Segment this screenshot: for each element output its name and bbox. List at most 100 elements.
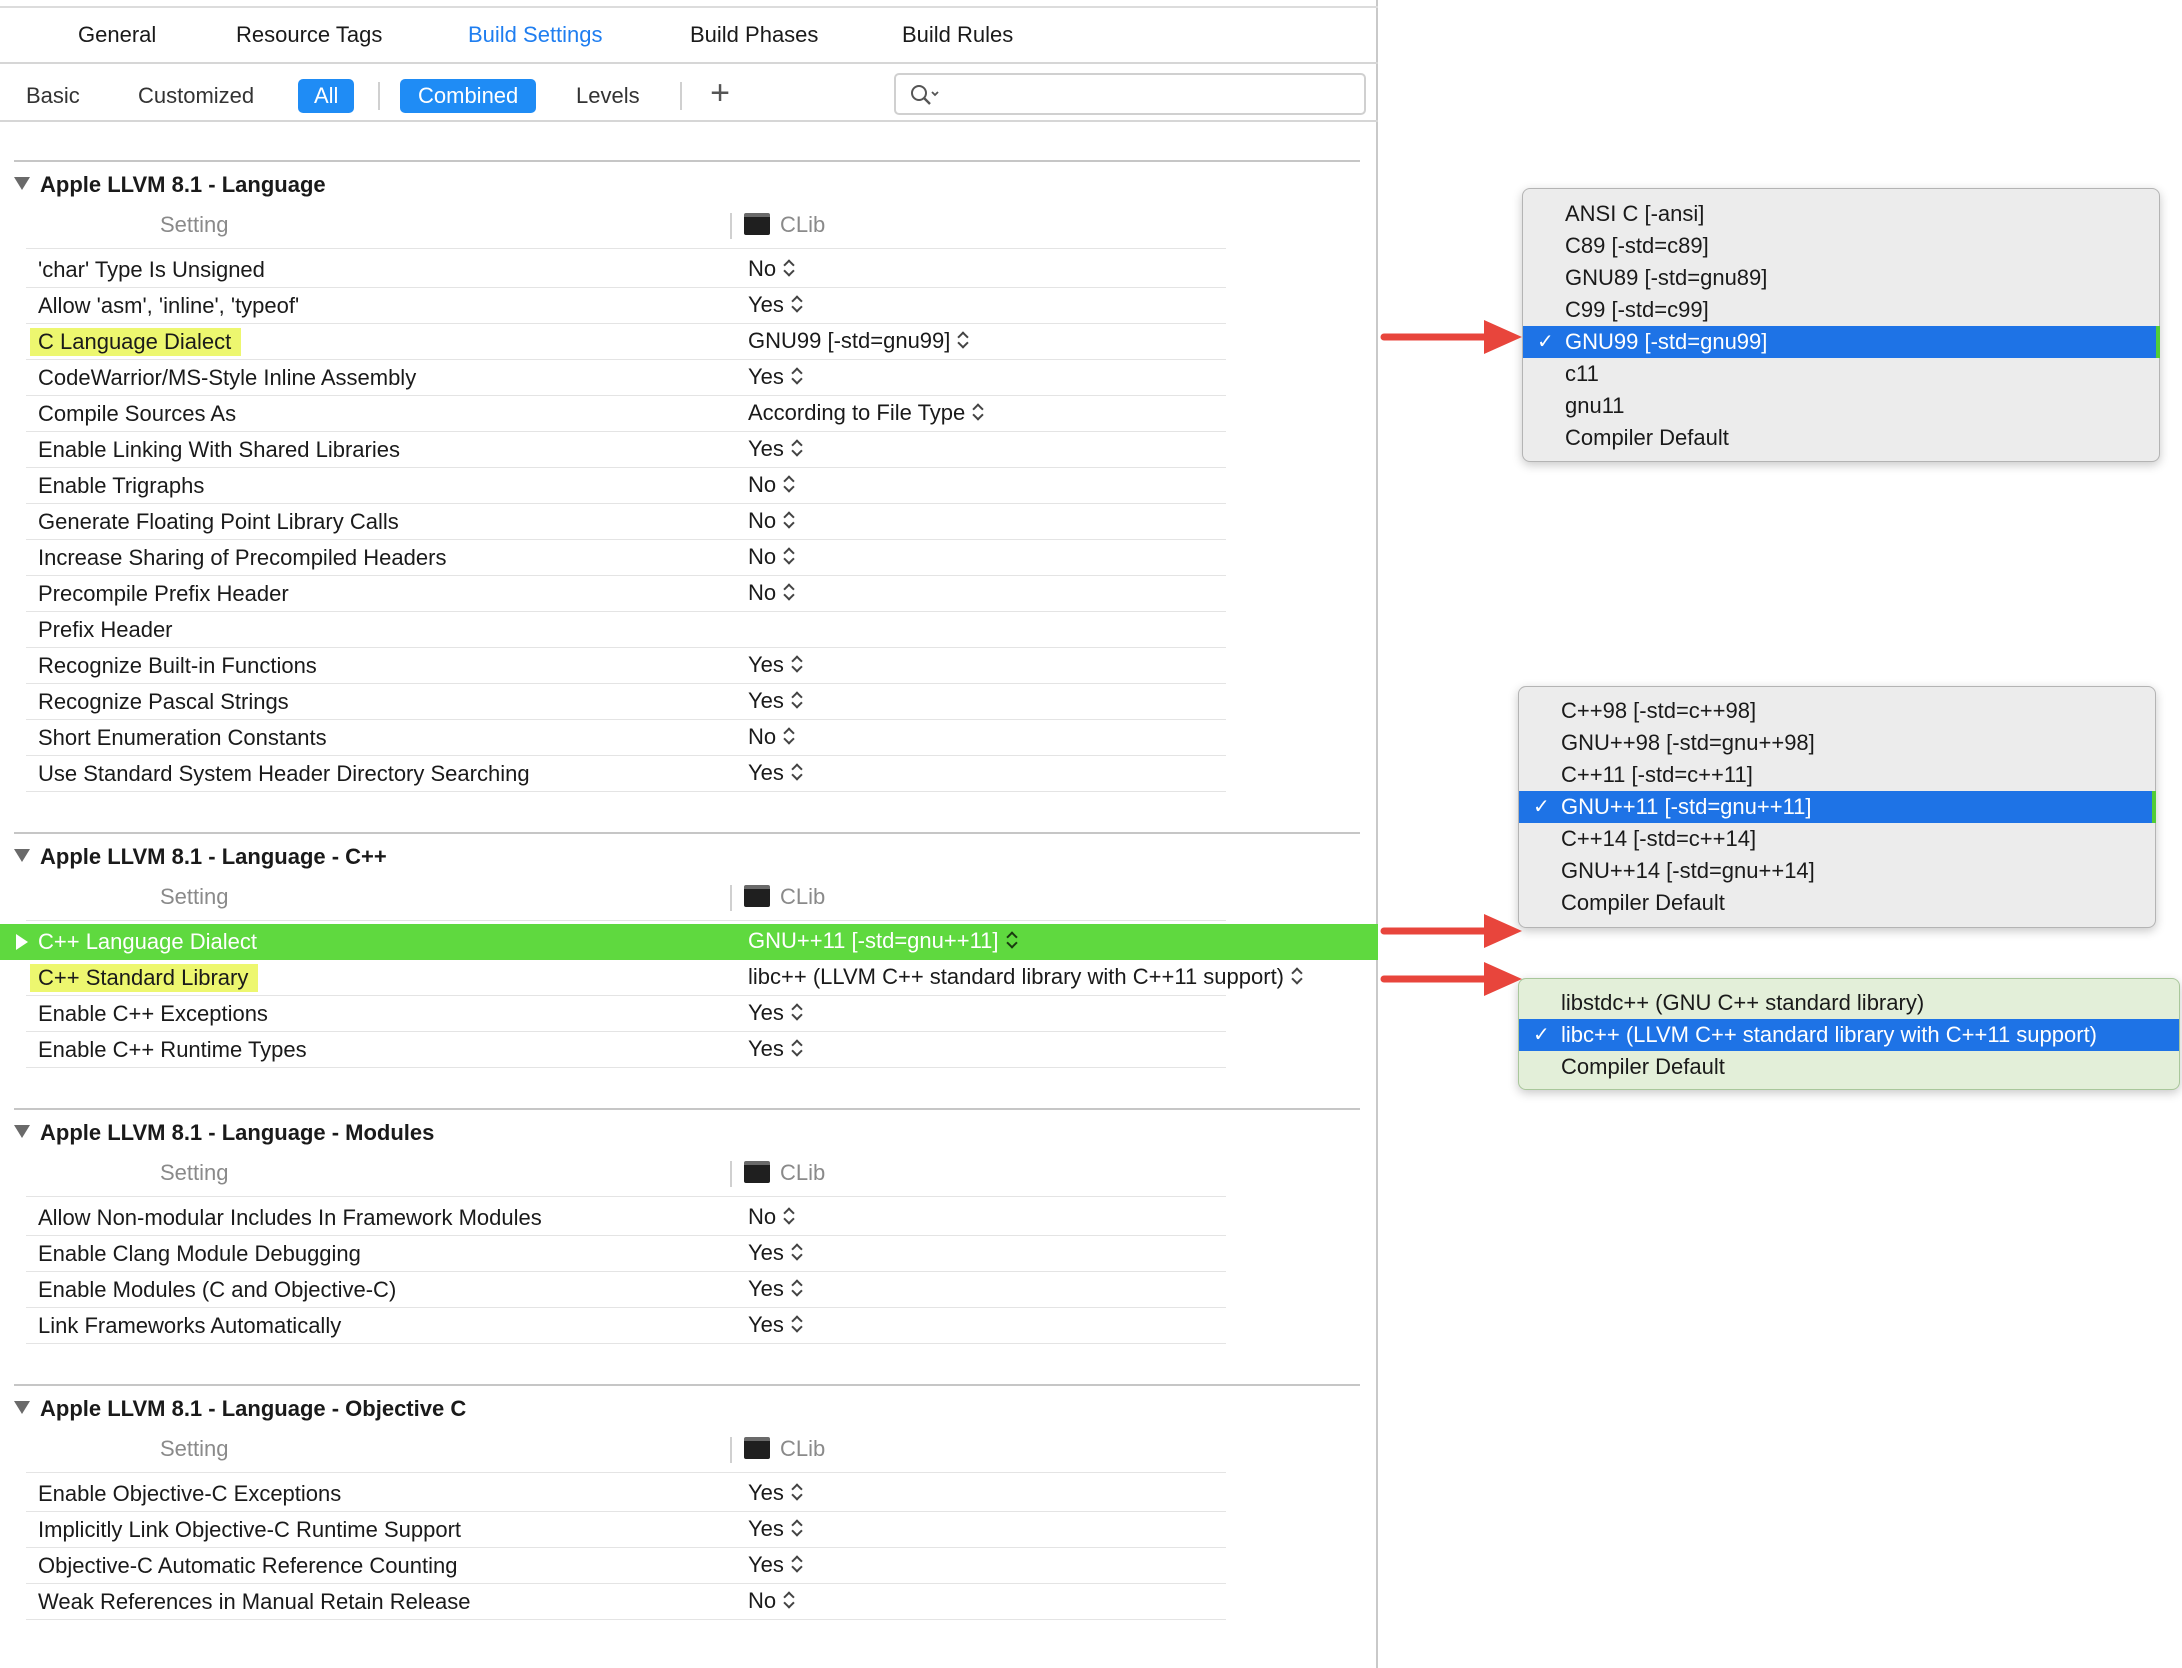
menu-item[interactable]: ✓ GNU++11 [-std=gnu++11] xyxy=(1519,791,2155,823)
tab-general[interactable]: General xyxy=(78,22,156,48)
search-field[interactable] xyxy=(894,73,1366,115)
disclosure-triangle-icon[interactable] xyxy=(16,934,28,950)
menu-item[interactable]: Compiler Default xyxy=(1519,1051,2179,1083)
setting-row[interactable]: Compile Sources As According to File Type xyxy=(0,396,1378,432)
menu-item-label: GNU++11 [-std=gnu++11] xyxy=(1561,794,1812,819)
setting-value-popup[interactable]: GNU++11 [-std=gnu++11] xyxy=(748,928,1019,954)
setting-value-popup[interactable]: According to File Type xyxy=(748,400,985,426)
menu-item[interactable]: ✓ libc++ (LLVM C++ standard library with … xyxy=(1519,1019,2179,1051)
setting-row[interactable]: C++ Language Dialect GNU++11 [-std=gnu++1… xyxy=(0,924,1378,960)
tab-resource-tags[interactable]: Resource Tags xyxy=(236,22,382,48)
setting-value-popup[interactable]: Yes xyxy=(748,760,804,786)
setting-row[interactable]: Generate Floating Point Library Calls No xyxy=(0,504,1378,540)
add-setting-button[interactable]: + xyxy=(704,76,736,112)
setting-row[interactable]: Enable Linking With Shared Libraries Yes xyxy=(0,432,1378,468)
setting-row[interactable]: Enable Clang Module Debugging Yes xyxy=(0,1236,1378,1272)
setting-row[interactable]: Short Enumeration Constants No xyxy=(0,720,1378,756)
setting-value-popup[interactable]: Yes xyxy=(748,1312,804,1338)
tab-build-phases[interactable]: Build Phases xyxy=(690,22,818,48)
menu-item[interactable]: C99 [-std=c99] xyxy=(1523,294,2159,326)
setting-value-popup[interactable]: Yes xyxy=(748,1276,804,1302)
menu-item[interactable]: C++14 [-std=c++14] xyxy=(1519,823,2155,855)
setting-value-popup[interactable]: Yes xyxy=(748,1240,804,1266)
setting-row[interactable]: Enable C++ Runtime Types Yes xyxy=(0,1032,1378,1068)
setting-value-popup[interactable]: Yes xyxy=(748,1036,804,1062)
menu-item[interactable]: C89 [-std=c89] xyxy=(1523,230,2159,262)
setting-value-popup[interactable]: No xyxy=(748,544,796,570)
setting-value-popup[interactable]: Yes xyxy=(748,1000,804,1026)
view-levels-button[interactable]: Levels xyxy=(576,79,640,113)
setting-row[interactable]: Enable Objective-C Exceptions Yes xyxy=(0,1476,1378,1512)
menu-item[interactable]: c11 xyxy=(1523,358,2159,390)
section-header[interactable]: Apple LLVM 8.1 - Language xyxy=(14,172,326,198)
view-combined-button[interactable]: Combined xyxy=(400,79,537,113)
setting-row[interactable]: Link Frameworks Automatically Yes xyxy=(0,1308,1378,1344)
filter-basic-button[interactable]: Basic xyxy=(26,79,80,113)
menu-item[interactable]: GNU89 [-std=gnu89] xyxy=(1523,262,2159,294)
menu-item[interactable]: GNU++14 [-std=gnu++14] xyxy=(1519,855,2155,887)
setting-value-popup[interactable]: No xyxy=(748,256,796,282)
setting-row[interactable]: Recognize Pascal Strings Yes xyxy=(0,684,1378,720)
disclosure-triangle-icon[interactable] xyxy=(14,1401,30,1414)
menu-item[interactable]: C++11 [-std=c++11] xyxy=(1519,759,2155,791)
setting-row[interactable]: 'char' Type Is Unsigned No xyxy=(0,252,1378,288)
setting-value-popup[interactable]: Yes xyxy=(748,688,804,714)
menu-item[interactable]: gnu11 xyxy=(1523,390,2159,422)
menu-item-label: libc++ (LLVM C++ standard library with C… xyxy=(1561,1022,2098,1047)
menu-item[interactable]: ANSI C [-ansi] xyxy=(1523,198,2159,230)
setting-value-popup[interactable]: Yes xyxy=(748,292,804,318)
setting-value: GNU++11 [-std=gnu++11] xyxy=(748,928,999,953)
setting-row[interactable]: Enable Trigraphs No xyxy=(0,468,1378,504)
setting-value-popup[interactable]: No xyxy=(748,472,796,498)
setting-row[interactable]: Implicitly Link Objective-C Runtime Supp… xyxy=(0,1512,1378,1548)
tab-build-settings[interactable]: Build Settings xyxy=(468,22,603,48)
setting-value-popup[interactable]: Yes xyxy=(748,652,804,678)
setting-value-popup[interactable]: No xyxy=(748,724,796,750)
filter-customized-button[interactable]: Customized xyxy=(138,79,254,113)
setting-value-popup[interactable]: Yes xyxy=(748,1480,804,1506)
setting-value-popup[interactable]: No xyxy=(748,1204,796,1230)
menu-item[interactable]: Compiler Default xyxy=(1523,422,2159,454)
setting-row[interactable]: C++ Standard Library libc++ (LLVM C++ sta… xyxy=(0,960,1378,996)
section-header[interactable]: Apple LLVM 8.1 - Language - Objective C xyxy=(14,1396,466,1422)
setting-row[interactable]: Prefix Header xyxy=(0,612,1378,648)
menu-item[interactable]: C++98 [-std=c++98] xyxy=(1519,695,2155,727)
menu-item[interactable]: ✓ GNU99 [-std=gnu99] xyxy=(1523,326,2159,358)
setting-row[interactable]: Weak References in Manual Retain Release… xyxy=(0,1584,1378,1620)
setting-row[interactable]: Allow 'asm', 'inline', 'typeof' Yes xyxy=(0,288,1378,324)
checkmark-icon: ✓ xyxy=(1533,796,1550,818)
setting-row[interactable]: Increase Sharing of Precompiled Headers N… xyxy=(0,540,1378,576)
tab-build-rules[interactable]: Build Rules xyxy=(902,22,1013,48)
setting-value-popup[interactable]: No xyxy=(748,580,796,606)
setting-row[interactable]: Precompile Prefix Header No xyxy=(0,576,1378,612)
filter-all-button[interactable]: All xyxy=(298,79,355,113)
setting-value-popup[interactable]: GNU99 [-std=gnu99] xyxy=(748,328,970,354)
setting-row[interactable]: Allow Non-modular Includes In Framework … xyxy=(0,1200,1378,1236)
setting-value: No xyxy=(748,544,777,569)
section-title: Apple LLVM 8.1 - Language - C++ xyxy=(40,844,387,869)
setting-row[interactable]: C Language Dialect GNU99 [-std=gnu99] xyxy=(0,324,1378,360)
section-header[interactable]: Apple LLVM 8.1 - Language - Modules xyxy=(14,1120,434,1146)
disclosure-triangle-icon[interactable] xyxy=(14,1125,30,1138)
menu-item[interactable]: GNU++98 [-std=gnu++98] xyxy=(1519,727,2155,759)
menu-item[interactable]: libstdc++ (GNU C++ standard library) xyxy=(1519,987,2179,1019)
setting-value-popup[interactable]: Yes xyxy=(748,364,804,390)
setting-row[interactable]: Enable Modules (C and Objective-C) Yes xyxy=(0,1272,1378,1308)
search-input[interactable] xyxy=(952,79,1352,109)
setting-row[interactable]: Objective-C Automatic Reference Counting… xyxy=(0,1548,1378,1584)
disclosure-triangle-icon[interactable] xyxy=(14,849,30,862)
target-name: CLib xyxy=(780,212,826,237)
setting-value-popup[interactable]: Yes xyxy=(748,1516,804,1542)
setting-value-popup[interactable]: No xyxy=(748,1588,796,1614)
setting-row[interactable]: Use Standard System Header Directory Sea… xyxy=(0,756,1378,792)
disclosure-triangle-icon[interactable] xyxy=(14,177,30,190)
setting-value-popup[interactable]: No xyxy=(748,508,796,534)
setting-row[interactable]: Recognize Built-in Functions Yes xyxy=(0,648,1378,684)
section-header[interactable]: Apple LLVM 8.1 - Language - C++ xyxy=(14,844,387,870)
setting-row[interactable]: CodeWarrior/MS-Style Inline Assembly Yes xyxy=(0,360,1378,396)
setting-value-popup[interactable]: libc++ (LLVM C++ standard library with C… xyxy=(748,964,1304,990)
menu-item[interactable]: Compiler Default xyxy=(1519,887,2155,919)
setting-row[interactable]: Enable C++ Exceptions Yes xyxy=(0,996,1378,1032)
setting-value-popup[interactable]: Yes xyxy=(748,1552,804,1578)
setting-value-popup[interactable]: Yes xyxy=(748,436,804,462)
